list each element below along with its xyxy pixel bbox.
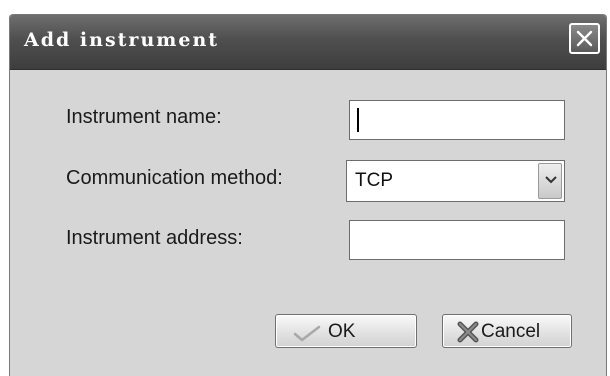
instrument-address-label: Instrument address: [66, 227, 243, 249]
instrument-name-label: Instrument name: [66, 106, 222, 128]
dropdown-button[interactable] [538, 163, 562, 199]
communication-method-label: Communication method: [66, 167, 283, 189]
add-instrument-dialog: Add instrument Instrument name: Communic… [9, 14, 607, 376]
communication-method-value: TCP [355, 170, 393, 191]
chevron-down-icon [545, 176, 557, 184]
cancel-button[interactable]: Cancel [442, 314, 572, 348]
x-mark-icon [457, 321, 479, 343]
cancel-button-label: Cancel [481, 321, 541, 342]
instrument-name-input[interactable] [349, 100, 565, 140]
title-bar: Add instrument [10, 15, 606, 70]
checkmark-icon [293, 325, 321, 342]
close-button[interactable] [569, 23, 600, 54]
ok-button[interactable]: OK [275, 314, 417, 348]
dialog-title: Add instrument [24, 29, 220, 51]
dialog-body: Instrument name: Communication method: T… [10, 70, 606, 376]
ok-button-label: OK [328, 321, 356, 342]
instrument-address-input[interactable] [349, 220, 565, 260]
communication-method-select[interactable]: TCP [346, 160, 565, 202]
close-icon [576, 30, 593, 47]
text-caret [357, 108, 359, 132]
